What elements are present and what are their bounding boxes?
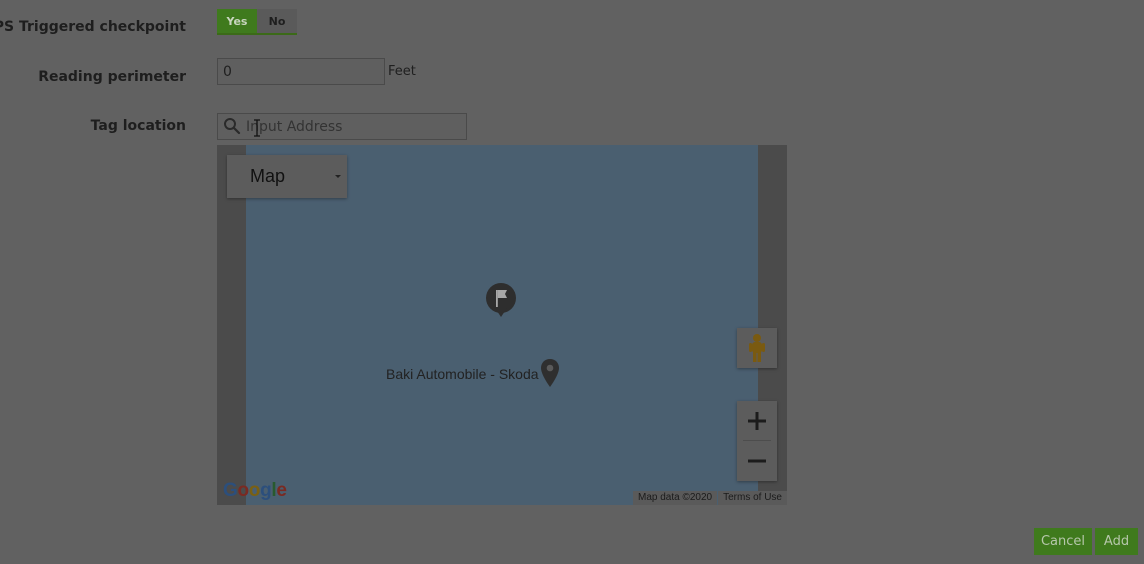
pegman-icon bbox=[749, 334, 765, 362]
chevron-down-icon bbox=[335, 175, 341, 178]
zoom-out-button[interactable] bbox=[737, 441, 777, 481]
add-button[interactable]: Add bbox=[1095, 528, 1138, 555]
tag-location-label: Tag location bbox=[90, 118, 186, 134]
plus-icon bbox=[748, 412, 766, 430]
zoom-control bbox=[737, 401, 777, 481]
location-pin-icon[interactable] bbox=[539, 358, 561, 388]
place-label[interactable]: Baki Automobile - Skoda bbox=[386, 366, 539, 382]
perimeter-unit: Feet bbox=[388, 64, 416, 79]
toggle-yes-button[interactable]: Yes bbox=[217, 9, 257, 33]
reading-perimeter-label: Reading perimeter bbox=[38, 69, 186, 85]
cancel-button[interactable]: Cancel bbox=[1034, 528, 1092, 555]
map-attribution: Map data ©2020 Terms of Use bbox=[633, 491, 787, 505]
text-cursor-icon bbox=[254, 119, 260, 137]
terms-of-use-link[interactable]: Terms of Use bbox=[718, 491, 787, 505]
perimeter-input[interactable] bbox=[217, 58, 385, 85]
google-logo[interactable]: Google bbox=[223, 480, 287, 502]
zoom-in-button[interactable] bbox=[737, 401, 777, 441]
search-icon bbox=[224, 118, 241, 135]
map-type-label: Map bbox=[250, 166, 286, 186]
toggle-no-button[interactable]: No bbox=[257, 9, 297, 33]
map-water-area[interactable] bbox=[246, 145, 758, 505]
flag-marker-icon[interactable] bbox=[485, 283, 517, 323]
gps-toggle[interactable]: Yes No bbox=[217, 9, 297, 35]
map-type-dropdown[interactable]: Map bbox=[227, 155, 347, 198]
street-view-pegman[interactable] bbox=[737, 328, 777, 368]
map-view[interactable]: Map Baki Automobile - Skoda Google Map d… bbox=[217, 145, 787, 505]
gps-checkpoint-label: GPS Triggered checkpoint bbox=[0, 19, 186, 35]
minus-icon bbox=[748, 459, 766, 463]
map-data-text: Map data ©2020 bbox=[633, 491, 718, 505]
